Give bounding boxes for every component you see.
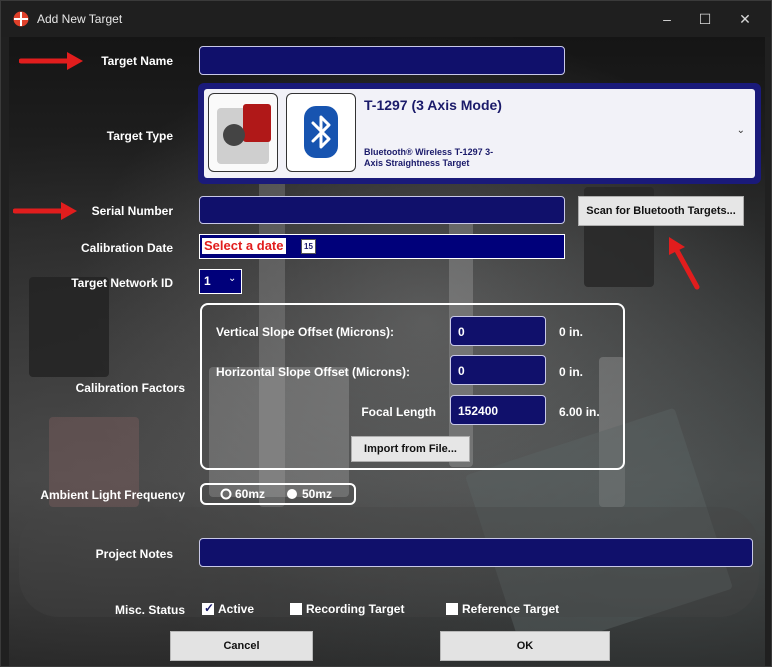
bluetooth-icon-bg [304,106,338,158]
horizontal-slope-label: Horizontal Slope Offset (Microns): [216,365,411,379]
red-arrow-icon [669,237,700,290]
project-notes-input[interactable] [199,538,753,567]
bluetooth-badge [286,93,356,172]
recording-target-label: Recording Target [306,602,405,616]
focal-length-input[interactable]: 152400 [450,395,546,425]
target-type-desc-line2: Axis Straightness Target [364,158,470,168]
network-id-value: 1 [204,274,211,288]
dialog-content: Target Name Target Type T-1297 (3 Axis M… [9,37,765,666]
target-type-selected-item: T-1297 (3 Axis Mode) Bluetooth® Wireless… [204,89,755,178]
window-title: Add New Target [37,12,123,26]
calibration-date-label: Calibration Date [80,241,173,255]
focal-length-unit: 6.00 in. [559,405,600,419]
close-button[interactable]: ✕ [727,7,763,31]
horizontal-slope-unit: 0 in. [559,365,584,379]
calibration-factors-group: Vertical Slope Offset (Microns): 0 0 in.… [200,303,625,470]
radio-60mz[interactable] [220,488,232,500]
target-type-title: T-1297 (3 Axis Mode) [364,97,502,113]
calibration-date-picker[interactable]: Select a date 15 [199,234,565,259]
active-checkbox[interactable]: ✓ [202,601,215,615]
import-from-file-button[interactable]: Import from File... [351,436,470,462]
active-checkbox-label: Active [218,602,255,616]
target-type-description: Bluetooth® Wireless T-1297 3- Axis Strai… [364,147,564,169]
misc-status-label: Misc. Status [114,603,185,617]
checkmark-icon: ✓ [204,601,215,615]
network-id-label: Target Network ID [71,276,173,290]
radio-50mz[interactable] [286,488,298,500]
target-device-image [208,93,278,172]
ambient-light-label: Ambient Light Frequency [40,488,185,502]
horizontal-slope-input[interactable]: 0 [450,355,546,385]
focal-length-label: Focal Length [361,405,436,419]
radio-50mz-label: 50mz [302,487,333,501]
target-name-label: Target Name [101,54,173,68]
ambient-light-radio-group: 60mz 50mz [200,483,356,505]
vertical-slope-unit: 0 in. [559,325,584,339]
vertical-slope-input[interactable]: 0 [450,316,546,346]
project-notes-label: Project Notes [95,547,173,561]
target-type-desc-line1: Bluetooth® Wireless T-1297 3- [364,147,494,157]
maximize-button[interactable]: ☐ [687,7,723,31]
network-id-select[interactable]: 1 ⌄ [199,269,242,294]
calibration-factors-label: Calibration Factors [75,381,185,395]
calendar-icon[interactable]: 15 [301,239,316,254]
bluetooth-icon [311,115,331,149]
target-type-dropdown[interactable]: T-1297 (3 Axis Mode) Bluetooth® Wireless… [198,83,761,184]
reference-target-checkbox[interactable] [446,603,458,615]
title-bar: Add New Target – ☐ ✕ [1,1,771,37]
background-device [29,277,109,377]
chevron-down-icon: ⌄ [228,273,237,284]
chevron-down-icon: ⌄ [736,125,745,136]
ok-button[interactable]: OK [440,631,610,661]
reference-target-label: Reference Target [462,602,560,616]
calibration-date-placeholder: Select a date [202,238,286,254]
cancel-button[interactable]: Cancel [170,631,313,661]
serial-number-input[interactable] [199,196,565,224]
recording-target-checkbox[interactable] [290,603,302,615]
scan-bluetooth-button[interactable]: Scan for Bluetooth Targets... [578,196,744,226]
target-name-input[interactable] [199,46,565,75]
vertical-slope-label: Vertical Slope Offset (Microns): [216,325,395,339]
serial-number-label: Serial Number [91,204,173,218]
radio-60mz-label: 60mz [235,487,266,501]
app-logo-icon [13,11,29,27]
target-type-label: Target Type [106,129,173,143]
add-new-target-window: Add New Target – ☐ ✕ Target Name Target … [0,0,772,667]
minimize-button[interactable]: – [649,7,685,31]
